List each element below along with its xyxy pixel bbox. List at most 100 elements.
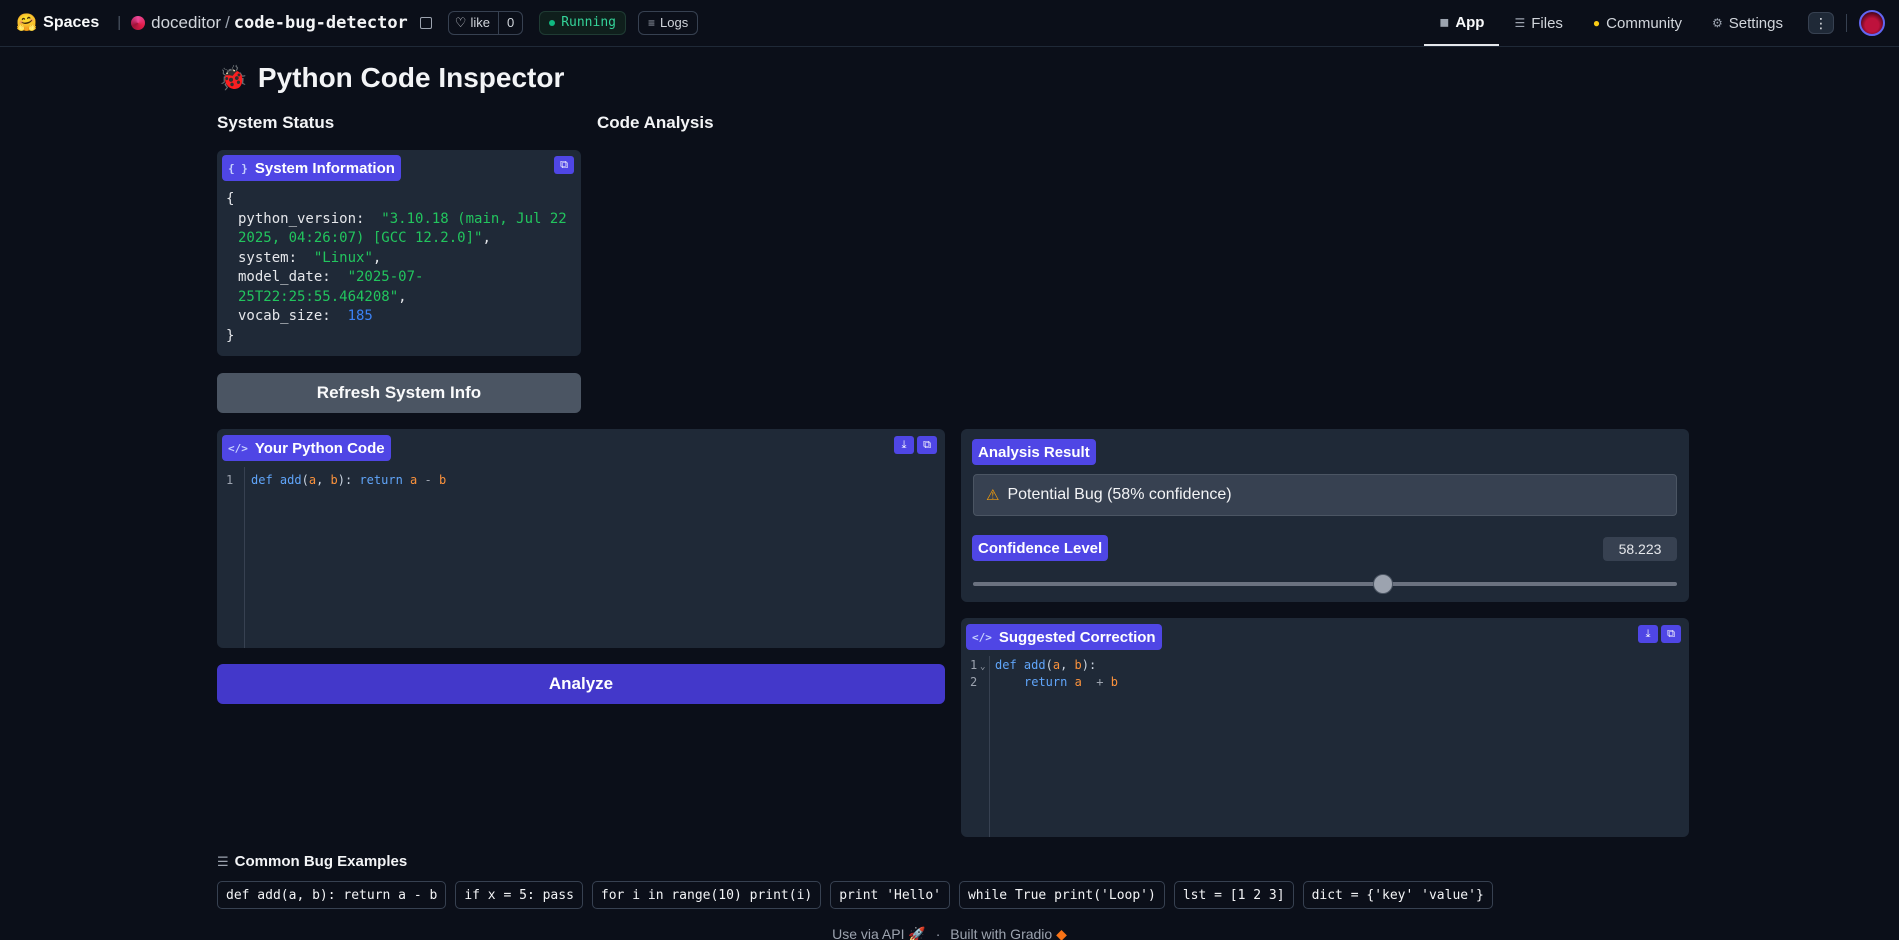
json-open-brace: { [226, 191, 235, 207]
json-string-value: "3.10.18 (main, Jul 22 [381, 210, 567, 227]
download-icon: ⤓ [1645, 627, 1651, 640]
example-item[interactable]: def add(a, b): return a - b [217, 881, 447, 909]
rocket-icon: 🚀 [908, 926, 926, 940]
divider [1846, 14, 1847, 32]
owner-link[interactable]: doceditor [151, 13, 221, 33]
tab-app-label: App [1455, 13, 1485, 31]
repo-name-link[interactable]: code-bug-detector [234, 13, 408, 33]
community-icon: ● [1592, 16, 1601, 30]
example-item[interactable]: for i in range(10) print(i) [591, 881, 822, 909]
tab-community[interactable]: ● Community [1578, 0, 1697, 46]
json-string-value: 2025, 04:26:07) [GCC 12.2.0]" [238, 230, 483, 246]
copy-icon[interactable] [419, 16, 432, 29]
download-correction-button[interactable]: ⤓ [1638, 625, 1658, 643]
more-options-button[interactable]: ⋮ [1808, 12, 1834, 34]
code-analysis-heading: Code Analysis [597, 113, 714, 132]
list-icon: ☰ [217, 853, 229, 869]
system-status-heading: System Status [217, 113, 335, 132]
use-via-api-link[interactable]: Use via API [832, 926, 904, 940]
copy-correction-button[interactable]: ⧉ [1661, 625, 1681, 643]
download-code-button[interactable]: ⤓ [894, 436, 914, 454]
examples-heading-text: Common Bug Examples [234, 853, 408, 870]
top-navigation-bar: 🤗 Spaces | doceditor / code-bug-detector… [0, 0, 1899, 47]
confidence-slider-track[interactable] [973, 582, 1677, 586]
code-input-label-text: Your Python Code [254, 439, 385, 457]
example-item[interactable]: lst = [1 2 3] [1173, 881, 1294, 909]
json-row-vocab-size: vocab_size: 185 [226, 307, 567, 327]
example-item[interactable]: dict = {'key' 'value'} [1302, 881, 1493, 909]
spaces-link[interactable]: Spaces [43, 14, 99, 32]
analysis-result-label: Analysis Result [972, 439, 1096, 465]
confidence-number-input[interactable]: 58.223 [1603, 537, 1677, 561]
system-info-label-text: System Information [254, 159, 395, 177]
json-string-value: "2025-07- [347, 269, 424, 285]
json-string-value: 25T22:25:55.464208" [238, 288, 399, 305]
suggested-correction-label-text: Suggested Correction [998, 628, 1156, 646]
logs-label: Logs [660, 15, 689, 30]
code-variable: b [438, 473, 447, 487]
code-function-name: add [1023, 658, 1046, 672]
code-keyword: def [251, 473, 273, 487]
json-row-python-version-cont: 2025, 04:26:07) [GCC 12.2.0]", [238, 230, 491, 246]
code-icon: </> [228, 441, 248, 455]
system-info-label: { } System Information [222, 155, 401, 181]
code-variable: b [330, 473, 338, 487]
analyze-button[interactable]: Analyze [217, 664, 945, 704]
fold-chevron-icon[interactable]: ⌄ [980, 659, 985, 676]
suggested-correction-panel: </> Suggested Correction ⤓ ⧉ 1 ⌄ 2 def a… [961, 618, 1689, 837]
space-nav: ◼ App ☰ Files ● Community ⚙ Settings ⋮ [1424, 0, 1885, 46]
status-badge[interactable]: Running [539, 10, 626, 35]
kebab-icon: ⋮ [1814, 14, 1828, 31]
code-keyword: def [995, 658, 1017, 672]
code-line: def add(a, b): [995, 657, 1096, 674]
tab-files[interactable]: ☰ Files [1499, 0, 1577, 46]
page-title: 🐞 Python Code Inspector [218, 62, 564, 94]
code-variable: b [1110, 675, 1118, 689]
tab-settings[interactable]: ⚙ Settings [1697, 0, 1798, 46]
gear-icon: ⚙ [1712, 16, 1723, 30]
json-number-value: 185 [347, 308, 373, 324]
tab-app[interactable]: ◼ App [1424, 0, 1500, 46]
hugging-face-logo-icon[interactable]: 🤗 [16, 13, 37, 33]
code-punct: , [316, 473, 331, 487]
tab-settings-label: Settings [1728, 14, 1783, 32]
refresh-system-info-button[interactable]: Refresh System Info [217, 373, 581, 413]
json-row-python-version: python_version: "3.10.18 (main, Jul 22 [226, 210, 567, 230]
footer-separator: · [935, 926, 941, 940]
divider: | [117, 14, 122, 31]
copy-icon: ⧉ [923, 438, 931, 451]
example-item[interactable]: while True print('Loop') [958, 881, 1165, 909]
status-dot-icon [549, 19, 556, 26]
example-item[interactable]: print 'Hello' [830, 881, 950, 909]
space-header: 🤗 Spaces | doceditor / code-bug-detector… [16, 0, 699, 45]
json-braces-icon: { } [228, 161, 248, 175]
code-editor[interactable]: 1 def add(a, b): return a - b [217, 467, 945, 648]
cube-icon: ◼ [1439, 15, 1450, 29]
user-avatar[interactable] [1859, 10, 1885, 36]
code-keyword: return [1024, 675, 1068, 689]
python-code-input-panel: </> Your Python Code ⤓ ⧉ 1 def add(a, b)… [217, 429, 945, 648]
example-item[interactable]: if x = 5: pass [455, 881, 583, 909]
code-operator: - [417, 473, 439, 487]
analysis-result-textbox[interactable]: ⚠ Potential Bug (58% confidence) [973, 474, 1677, 516]
json-key: model_date: [238, 269, 331, 285]
line-number: 1 [970, 658, 978, 672]
path-separator: / [225, 12, 230, 32]
system-info-json: { python_version: "3.10.18 (main, Jul 22… [226, 190, 567, 346]
logs-button[interactable]: ≡ Logs [638, 10, 699, 35]
code-punct: ): [1081, 658, 1097, 672]
confidence-slider-thumb[interactable] [1372, 574, 1393, 594]
code-variable: a [1074, 675, 1082, 689]
files-icon: ☰ [1514, 16, 1526, 30]
copy-code-button[interactable]: ⧉ [917, 436, 937, 454]
line-number: 1 [226, 473, 234, 487]
gradio-logo-icon: ◆ [1056, 926, 1067, 940]
like-button[interactable]: ♡ like 0 [447, 10, 524, 35]
code-function-name: add [279, 473, 302, 487]
code-keyword: return [359, 473, 403, 487]
code-punct: ): [337, 473, 353, 487]
built-with-gradio-link[interactable]: Built with Gradio [950, 926, 1052, 940]
correction-editor[interactable]: 1 ⌄ 2 def add(a, b): return a + b [961, 656, 1689, 837]
copy-json-button[interactable]: ⧉ [554, 156, 574, 174]
tab-community-label: Community [1606, 14, 1683, 32]
